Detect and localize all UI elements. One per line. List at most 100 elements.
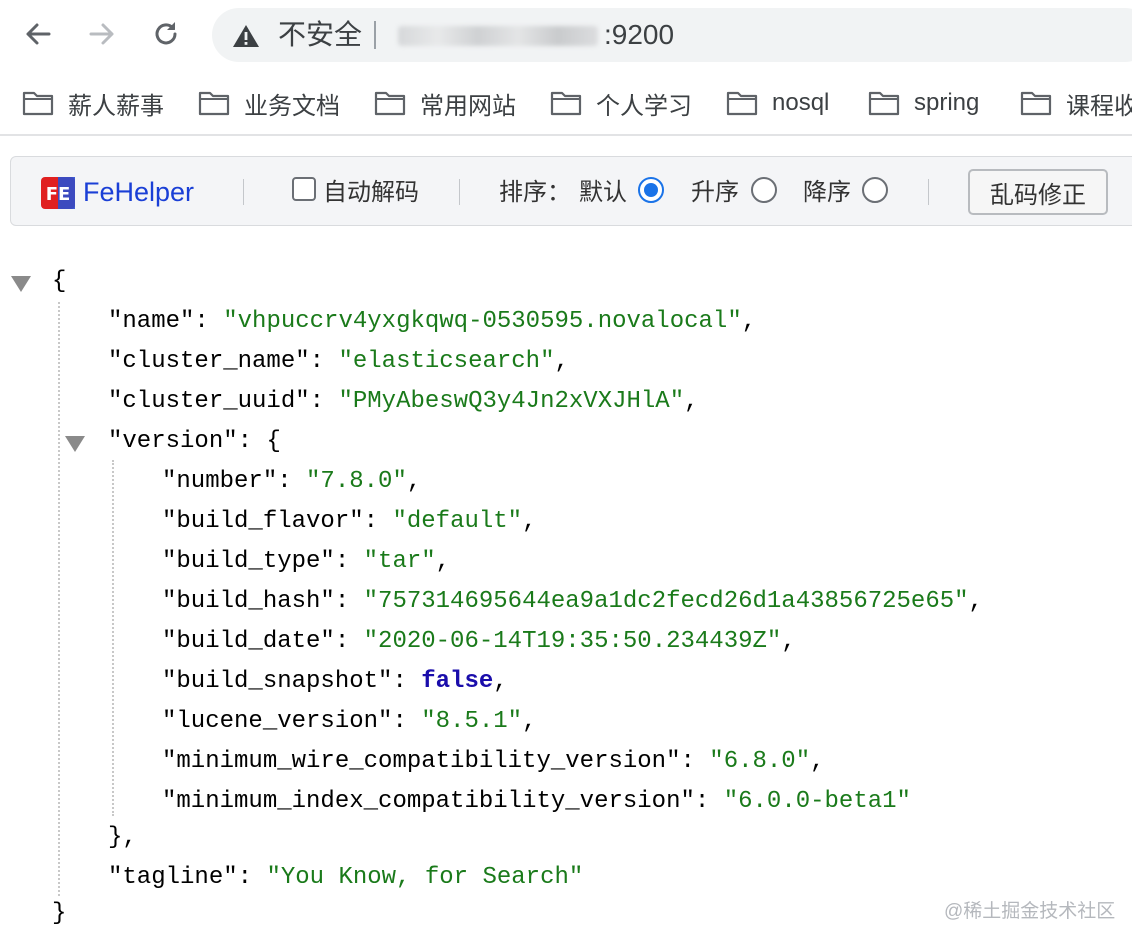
sort-label: 排序：	[499, 179, 571, 206]
json-root-open: {	[52, 268, 66, 296]
address-bar[interactable]: 不安全 :9200	[212, 8, 1132, 62]
reload-button[interactable]	[146, 14, 186, 54]
folder-icon	[726, 91, 758, 116]
bookmark-folder[interactable]: 业务文档	[198, 86, 340, 120]
json-string-value[interactable]: "757314695644ea9a1dc2fecd26d1a43856725e6…	[364, 588, 969, 615]
json-key: "minimum_wire_compatibility_version"	[162, 748, 681, 775]
url-port: :9200	[604, 19, 675, 50]
security-status-text[interactable]: 不安全	[278, 20, 362, 50]
sort-default-label[interactable]: 默认	[579, 177, 627, 209]
bookmark-label: 常用网站	[420, 92, 516, 120]
bookmark-folder[interactable]: 个人学习	[550, 86, 692, 120]
json-line-name: "name": "vhpuccrv4yxgkqwq-0530595.novalo…	[108, 308, 757, 335]
json-string-value[interactable]: "2020-06-14T19:35:50.234439Z"	[364, 628, 782, 655]
address-divider	[374, 21, 376, 49]
toolbar-divider	[459, 179, 460, 205]
folder-icon	[22, 91, 54, 116]
bookmark-folder[interactable]: 课程收	[1020, 86, 1132, 120]
brace: }	[52, 900, 67, 927]
svg-text:FE: FE	[46, 184, 71, 205]
json-string-value[interactable]: "tar"	[364, 548, 436, 575]
brace: },	[108, 824, 137, 851]
json-string-value[interactable]: "default"	[392, 508, 522, 535]
json-key: "cluster_name"	[108, 348, 310, 375]
json-key: "build_snapshot"	[162, 668, 393, 695]
json-line-number: "number": "7.8.0",	[162, 468, 422, 495]
json-root-close: }	[52, 900, 66, 928]
json-key: "version"	[108, 428, 238, 455]
json-viewer: { "name": "vhpuccrv4yxgkqwq-0530595.nova…	[0, 260, 1132, 944]
toolbar-divider	[928, 179, 929, 205]
json-key: "build_date"	[162, 628, 335, 655]
json-string-value[interactable]: "vhpuccrv4yxgkqwq-0530595.novalocal"	[223, 308, 741, 335]
forward-button[interactable]	[82, 14, 122, 54]
arrow-left-icon	[26, 23, 51, 45]
brace: {	[266, 428, 281, 455]
reload-icon	[155, 22, 177, 45]
bookmark-folder[interactable]: 常用网站	[374, 86, 516, 120]
json-key: "cluster_uuid"	[108, 388, 310, 415]
sort-default-radio[interactable]	[638, 177, 664, 203]
bookmark-folder[interactable]: 薪人薪事	[22, 86, 164, 120]
bookmark-folder[interactable]: nosql	[726, 86, 829, 120]
json-line-build-hash: "build_hash": "757314695644ea9a1dc2fecd2…	[162, 588, 983, 615]
json-line-lucene-version: "lucene_version": "8.5.1",	[162, 708, 537, 735]
json-line-min-index-compat: "minimum_index_compatibility_version": "…	[162, 788, 911, 815]
json-key: "build_flavor"	[162, 508, 364, 535]
sort-asc-label[interactable]: 升序	[691, 177, 739, 209]
sort-desc-label[interactable]: 降序	[803, 177, 851, 209]
json-key: "name"	[108, 308, 195, 335]
watermark: @稀土掘金技术社区	[944, 901, 1116, 922]
arrow-right-icon	[89, 23, 114, 45]
json-line-version: "version": {	[108, 428, 281, 455]
json-string-value[interactable]: "PMyAbeswQ3y4Jn2xVXJHlA"	[338, 388, 684, 415]
json-string-value[interactable]: "elasticsearch"	[338, 348, 554, 375]
json-line-cluster-uuid: "cluster_uuid": "PMyAbeswQ3y4Jn2xVXJHlA"…	[108, 388, 699, 415]
json-line-build-type: "build_type": "tar",	[162, 548, 451, 575]
json-line-build-flavor: "build_flavor": "default",	[162, 508, 537, 535]
bookmark-label: 个人学习	[596, 92, 692, 120]
toolbar-divider	[243, 179, 244, 205]
fix-encoding-button[interactable]: 乱码修正	[968, 169, 1108, 215]
fehelper-name: FeHelper	[83, 177, 195, 207]
sort-asc-radio[interactable]	[751, 177, 777, 203]
json-string-value[interactable]: "6.0.0-beta1"	[724, 788, 911, 815]
json-line-tagline: "tagline": "You Know, for Search"	[108, 864, 584, 891]
fehelper-toolbar: FE FeHelper 自动解码 排序： 默认 升序 降序 乱码修正	[10, 156, 1132, 226]
bookmarks-bar: 薪人薪事 业务文档 常用网站 个人学习 nosql spring 课程收	[0, 76, 1132, 130]
json-line-cluster-name: "cluster_name": "elasticsearch",	[108, 348, 569, 375]
bookmark-label: 课程收	[1066, 92, 1132, 120]
folder-icon	[550, 91, 582, 116]
browser-toolbar: 不安全 :9200	[0, 0, 1132, 70]
bookmark-label: 薪人薪事	[68, 92, 164, 120]
brace: {	[52, 268, 67, 295]
bookmarks-divider	[0, 134, 1132, 136]
bookmark-label: nosql	[772, 89, 830, 116]
json-string-value[interactable]: "7.8.0"	[306, 468, 407, 495]
collapse-version-toggle-icon[interactable]	[65, 436, 85, 452]
fehelper-logo-icon: FE	[41, 177, 75, 209]
json-string-value[interactable]: "6.8.0"	[709, 748, 810, 775]
json-key: "build_type"	[162, 548, 335, 575]
sort-desc-radio[interactable]	[862, 177, 888, 203]
auto-decode-checkbox[interactable]	[292, 177, 316, 201]
auto-decode-label[interactable]: 自动解码	[323, 177, 419, 209]
json-key: "lucene_version"	[162, 708, 393, 735]
folder-icon	[198, 91, 230, 116]
json-string-value[interactable]: "You Know, for Search"	[266, 864, 583, 891]
bookmark-label: 业务文档	[244, 92, 340, 120]
bookmark-folder[interactable]: spring	[868, 86, 979, 120]
json-version-close: },	[108, 824, 137, 852]
folder-icon	[868, 91, 900, 116]
json-line-build-snapshot: "build_snapshot": false,	[162, 668, 508, 695]
json-key: "tagline"	[108, 864, 238, 891]
collapse-root-toggle-icon[interactable]	[11, 276, 31, 292]
json-string-value[interactable]: "8.5.1"	[421, 708, 522, 735]
json-line-build-date: "build_date": "2020-06-14T19:35:50.23443…	[162, 628, 796, 655]
version-indent-guide	[112, 460, 114, 816]
back-button[interactable]	[18, 14, 58, 54]
root-indent-guide	[58, 302, 60, 896]
warning-triangle-icon[interactable]	[232, 24, 260, 48]
json-boolean-value[interactable]: false	[421, 668, 493, 695]
folder-icon	[1020, 91, 1052, 116]
